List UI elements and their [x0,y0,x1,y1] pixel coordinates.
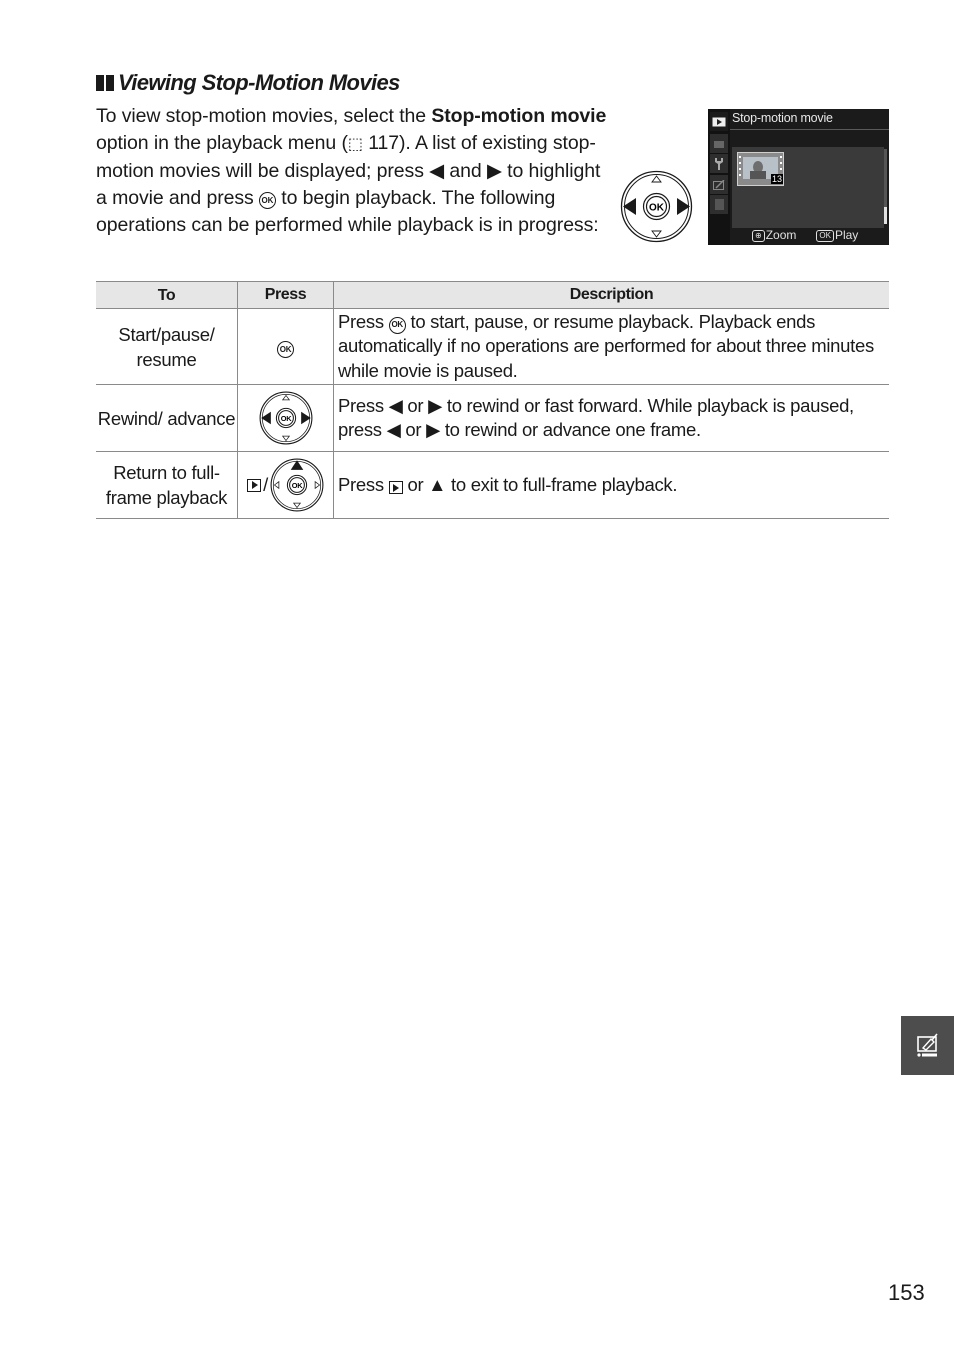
playback-menu-tab-icon [710,112,728,131]
menu-option-name: Stop-motion movie [431,105,607,127]
wrench-menu-tab-icon [710,154,728,173]
table-row: Start/pause/ resume OK Press OK to start… [96,308,889,385]
right-arrow-icon: ▶ [426,419,440,440]
up-arrow-icon: ▲ [428,473,447,495]
table-row: Return to full-frame playback / OK Press… [96,451,889,519]
ok-button-icon: OK [258,192,276,209]
multi-selector-left-right-icon: OK [259,391,312,445]
camera-menu-tab-icon [710,134,728,153]
page-reference: 117 [368,132,399,154]
separator: / [263,474,268,495]
cell-press: OK [237,308,334,385]
left-arrow-icon: ◀ [429,160,445,182]
ok-button-icon: OK [277,340,294,358]
ok-button-icon: OK [816,230,834,242]
camera-menu-sidebar [708,109,730,245]
svg-text:OK: OK [280,414,292,423]
zoom-button-icon: ⊕ [752,230,765,242]
left-arrow-icon: ◀ [386,419,401,440]
playback-button-icon [247,478,262,492]
multi-selector-icon: OK [620,170,693,243]
retouch-menu-icon [916,1032,938,1057]
table-row: Rewind/ advance OK Press ◀ or ▶ to rewin… [96,384,889,452]
cell-to: Rewind/ advance [96,384,238,452]
book-reference-icon: ⬚ [347,136,363,153]
play-hint: OK Play [816,228,858,242]
recent-settings-tab-icon [710,195,728,214]
section-heading: Viewing Stop-Motion Movies [96,70,400,96]
header-description: Description [333,281,889,309]
ok-button-icon: OK [388,316,406,334]
scrollbar-thumb[interactable] [884,207,887,224]
table-header-row: To Press Description [96,281,889,309]
retouch-menu-tab-icon [710,175,728,194]
cell-press: / OK [237,451,334,519]
cell-description: Press or ▲ to exit to full-frame playbac… [333,451,889,519]
section-heading-text: Viewing Stop-Motion Movies [118,70,400,95]
multi-selector-up-icon: OK [270,458,324,512]
svg-text:OK: OK [649,203,665,214]
intro-paragraph: To view stop-motion movies, select the S… [96,105,607,236]
cell-to: Start/pause/ resume [96,308,238,385]
page-number: 153 [888,1280,925,1305]
section-marker-icon [96,75,114,91]
left-arrow-icon: ◀ [388,394,403,416]
header-press: Press [237,281,334,309]
camera-screen-footer: ⊕ Zoom OK Play [752,228,858,242]
right-arrow-icon: ▶ [428,394,443,416]
header-to: To [96,281,238,309]
camera-screen: Stop-motion movie 13 ⊕ Zoom OK Play [708,109,889,245]
cell-press: OK [237,384,334,452]
divider [730,129,889,130]
playback-button-icon [388,481,403,495]
frame-count-badge: 13 [771,174,784,184]
chapter-tab-retouch[interactable] [901,1016,954,1075]
cell-description: Press ◀ or ▶ to rewind or fast forward. … [333,384,889,452]
right-arrow-icon: ▶ [486,160,502,182]
cell-to: Return to full-frame playback [96,451,238,519]
cell-description: Press OK to start, pause, or resume play… [333,308,889,385]
camera-screen-title: Stop-motion movie [732,111,833,125]
operations-table: To Press Description Start/pause/ resume… [96,281,889,519]
zoom-hint: ⊕ Zoom [752,228,796,242]
svg-text:OK: OK [292,481,304,490]
